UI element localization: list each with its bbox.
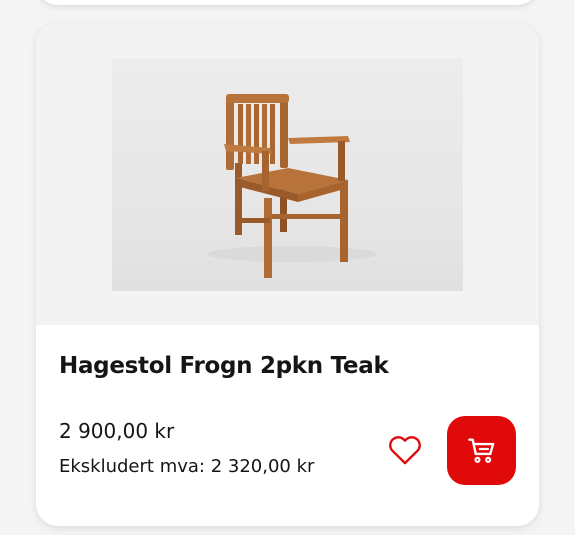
chair-image [207, 94, 377, 278]
previous-product-card [36, 0, 539, 5]
product-price-ex-vat: Ekskludert mva: 2 320,00 kr [59, 456, 315, 477]
favorite-button[interactable] [386, 431, 424, 469]
product-image[interactable] [112, 58, 463, 291]
product-card[interactable]: Hagestol Frogn 2pkn Teak 2 900,00 kr Eks… [36, 23, 539, 526]
product-title[interactable]: Hagestol Frogn 2pkn Teak [59, 353, 389, 379]
product-image-area [36, 23, 539, 325]
add-to-cart-button[interactable] [447, 416, 516, 485]
heart-icon [389, 436, 421, 465]
product-price: 2 900,00 kr [59, 419, 175, 443]
cart-icon [467, 437, 494, 463]
